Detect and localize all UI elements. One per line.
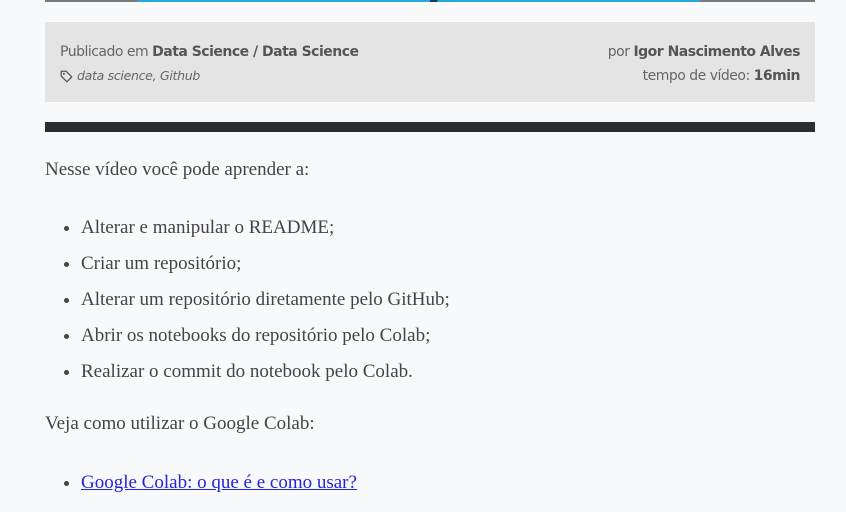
- section-divider: [45, 122, 815, 132]
- author-prefix: por: [607, 44, 630, 60]
- duration-line: tempo de vídeo: 16min: [608, 67, 801, 85]
- tag-separator: ,: [152, 68, 160, 83]
- header-image-bottom-edge: [45, 0, 815, 2]
- category-link[interactable]: Data Science / Data Science: [152, 44, 359, 60]
- learn-list: Alterar e manipular o README; Criar um r…: [45, 213, 815, 387]
- tag-icon: [60, 70, 73, 83]
- outro-paragraph: Veja como utilizar o Google Colab:: [45, 413, 315, 434]
- published-line: Publicado em Data Science / Data Science: [60, 42, 359, 62]
- post-meta-right: por Igor Nascimento Alves tempo de vídeo…: [607, 42, 801, 85]
- post-meta-box: Publicado em Data Science / Data Science…: [45, 22, 815, 102]
- duration-label: tempo de vídeo:: [642, 68, 751, 84]
- links-list: Google Colab: o que é e como usar?: [45, 468, 815, 498]
- google-colab-link[interactable]: Google Colab: o que é e como usar?: [81, 472, 357, 493]
- author-line: por Igor Nascimento Alves: [607, 42, 801, 62]
- article-body: Nesse vídeo você pode aprender a: Altera…: [45, 155, 815, 504]
- tag-link-github[interactable]: Github: [160, 67, 200, 85]
- tags-line: data science, Github: [60, 67, 359, 85]
- post-meta-left: Publicado em Data Science / Data Science…: [60, 42, 359, 85]
- tag-link-data-science[interactable]: data science: [77, 67, 153, 85]
- list-item: Criar um repositório;: [81, 249, 815, 279]
- author-link[interactable]: Igor Nascimento Alves: [633, 44, 800, 60]
- list-item: Alterar e manipular o README;: [81, 213, 815, 243]
- published-prefix: Publicado em: [60, 44, 149, 60]
- list-item: Realizar o commit do notebook pelo Colab…: [81, 357, 815, 387]
- list-item: Abrir os notebooks do repositório pelo C…: [81, 321, 815, 351]
- intro-paragraph: Nesse vídeo você pode aprender a:: [45, 159, 310, 180]
- list-item: Google Colab: o que é e como usar?: [81, 468, 815, 498]
- list-item: Alterar um repositório diretamente pelo …: [81, 285, 815, 315]
- duration-value: 16min: [753, 68, 801, 84]
